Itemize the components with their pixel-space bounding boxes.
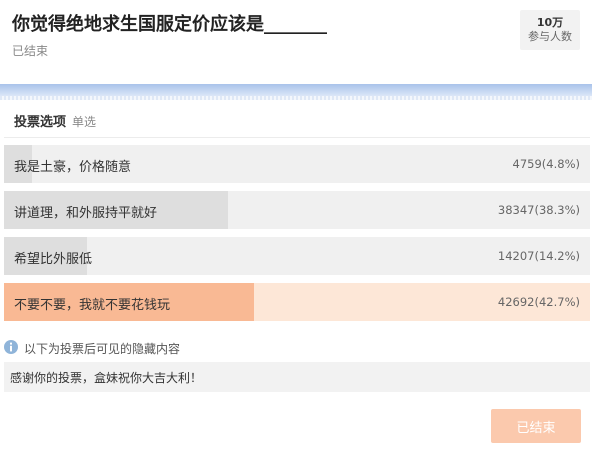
info-icon — [4, 340, 18, 354]
poll-option[interactable]: 我是土豪，价格随意 4759(4.8%) — [4, 145, 590, 183]
decorative-banner — [0, 84, 592, 100]
options-title: 投票选项 — [14, 115, 67, 130]
hidden-content-box: 感谢你的投票，盒妹祝你大吉大利！ — [4, 362, 590, 392]
poll-options: 我是土豪，价格随意 4759(4.8%) 讲道理，和外服持平就好 38347(3… — [4, 145, 590, 329]
option-label: 我是土豪，价格随意 — [14, 160, 132, 175]
option-result: 42692(42.7%) — [497, 295, 580, 309]
divider — [4, 137, 590, 138]
participants-box: 10万 参与人数 — [520, 10, 580, 50]
poll-title: 你觉得绝地求生国服定价应该是_______ — [12, 14, 327, 35]
poll-header: 你觉得绝地求生国服定价应该是_______ 已结束 10万 参与人数 — [0, 0, 592, 84]
poll-option[interactable]: 讲道理，和外服持平就好 38347(38.3%) — [4, 191, 590, 229]
poll-status: 已结束 — [12, 44, 49, 58]
options-heading: 投票选项 单选 — [14, 111, 96, 130]
selection-type: 单选 — [72, 115, 97, 129]
option-result: 38347(38.3%) — [497, 203, 580, 217]
option-result: 14207(14.2%) — [497, 249, 580, 263]
hidden-content-label: 以下为投票后可见的隐藏内容 — [24, 342, 181, 356]
option-label: 希望比外服低 — [14, 252, 93, 267]
option-label: 讲道理，和外服持平就好 — [14, 206, 158, 221]
option-result: 4759(4.8%) — [512, 157, 580, 171]
participants-label: 参与人数 — [528, 30, 572, 43]
participants-count: 10万 — [536, 16, 564, 29]
poll-option[interactable]: 希望比外服低 14207(14.2%) — [4, 237, 590, 275]
hidden-content-text: 感谢你的投票，盒妹祝你大吉大利！ — [10, 371, 203, 385]
ended-button[interactable]: 已结束 — [491, 409, 581, 443]
poll-option[interactable]: 不要不要，我就不要花钱玩 42692(42.7%) — [4, 283, 590, 321]
option-label: 不要不要，我就不要花钱玩 — [14, 298, 171, 313]
